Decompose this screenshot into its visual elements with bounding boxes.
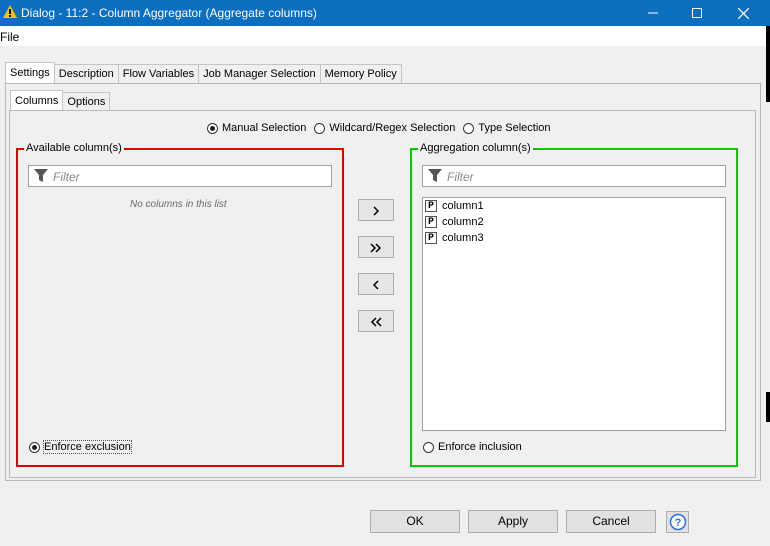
empty-list-message: No columns in this list <box>130 199 227 210</box>
chevron-right-icon <box>373 206 380 216</box>
type-badge: P <box>425 216 437 228</box>
available-filter-input[interactable]: Filter <box>28 165 332 187</box>
window-edge <box>766 26 770 102</box>
wildcard-selection-radio[interactable] <box>314 122 326 134</box>
filter-placeholder: Filter <box>447 170 474 184</box>
tab-columns[interactable]: Columns <box>10 90 64 112</box>
funnel-icon <box>428 169 442 186</box>
type-badge: P <box>425 232 437 244</box>
minimize-button[interactable] <box>630 0 676 26</box>
add-all-button[interactable] <box>358 236 394 258</box>
window-edge <box>766 392 770 422</box>
list-item[interactable]: Pcolumn3 <box>423 230 725 246</box>
type-selection-radio[interactable] <box>463 122 475 134</box>
tab-flow-variables[interactable]: Flow Variables <box>117 64 200 83</box>
type-badge: P <box>425 200 437 212</box>
enforce-inclusion-label: Enforce inclusion <box>438 441 522 453</box>
sub-tabs: Columns Options <box>10 90 111 112</box>
help-icon: ? <box>669 513 686 531</box>
enforce-inclusion-option[interactable]: Enforce inclusion <box>423 441 522 453</box>
help-glyph: ? <box>674 517 681 529</box>
knime-warning-icon <box>3 5 17 21</box>
column-name: column1 <box>442 200 484 212</box>
wildcard-selection-option[interactable]: Wildcard/Regex Selection <box>314 122 455 134</box>
manual-selection-label: Manual Selection <box>222 122 307 134</box>
enforce-exclusion-radio[interactable] <box>29 441 40 453</box>
apply-button[interactable]: Apply <box>468 510 558 533</box>
manual-selection-radio[interactable] <box>207 122 218 134</box>
column-name: column3 <box>442 232 484 244</box>
double-chevron-left-icon <box>370 317 382 327</box>
available-columns-group: Available column(s) <box>16 142 344 467</box>
cancel-button[interactable]: Cancel <box>566 510 656 533</box>
chevron-left-icon <box>372 280 379 290</box>
close-icon <box>737 7 749 19</box>
type-selection-option[interactable]: Type Selection <box>463 122 551 134</box>
tab-job-manager-selection[interactable]: Job Manager Selection <box>198 64 321 83</box>
list-item[interactable]: Pcolumn2 <box>423 214 725 230</box>
filter-placeholder: Filter <box>53 170 80 184</box>
maximize-icon <box>692 8 702 18</box>
minimize-icon <box>648 12 658 14</box>
ok-button[interactable]: OK <box>370 510 460 533</box>
aggregation-filter-input[interactable]: Filter <box>422 165 726 187</box>
tab-options[interactable]: Options <box>62 92 111 111</box>
funnel-icon <box>34 169 48 186</box>
wildcard-selection-label: Wildcard/Regex Selection <box>329 122 456 134</box>
help-button[interactable]: ? <box>666 511 689 533</box>
type-selection-label: Type Selection <box>478 122 551 134</box>
aggregation-columns-legend: Aggregation column(s) <box>418 142 533 154</box>
manual-selection-option[interactable]: Manual Selection <box>207 122 306 134</box>
selection-mode-group: Manual Selection Wildcard/Regex Selectio… <box>207 122 559 134</box>
main-tabs: Settings Description Flow Variables Job … <box>5 62 402 84</box>
maximize-button[interactable] <box>674 0 720 26</box>
enforce-inclusion-radio[interactable] <box>423 441 434 453</box>
tab-description[interactable]: Description <box>53 64 119 83</box>
column-name: column2 <box>442 216 484 228</box>
menu-file[interactable]: File <box>0 30 19 44</box>
available-columns-legend: Available column(s) <box>24 142 124 154</box>
enforce-exclusion-label: Enforce exclusion <box>43 440 132 454</box>
list-item[interactable]: Pcolumn1 <box>423 198 725 214</box>
tab-memory-policy[interactable]: Memory Policy <box>319 64 402 83</box>
add-button[interactable] <box>358 199 394 221</box>
aggregation-column-list[interactable]: Pcolumn1 Pcolumn2 Pcolumn3 <box>422 197 726 431</box>
remove-button[interactable] <box>358 273 394 295</box>
window-title: Dialog - 11:2 - Column Aggregator (Aggre… <box>21 6 317 20</box>
menu-bar: File <box>0 26 770 46</box>
double-chevron-right-icon <box>370 243 382 253</box>
enforce-exclusion-option[interactable]: Enforce exclusion <box>29 440 132 454</box>
tab-settings[interactable]: Settings <box>5 62 55 84</box>
remove-all-button[interactable] <box>358 310 394 332</box>
close-button[interactable] <box>720 0 766 26</box>
title-bar: Dialog - 11:2 - Column Aggregator (Aggre… <box>0 0 770 26</box>
